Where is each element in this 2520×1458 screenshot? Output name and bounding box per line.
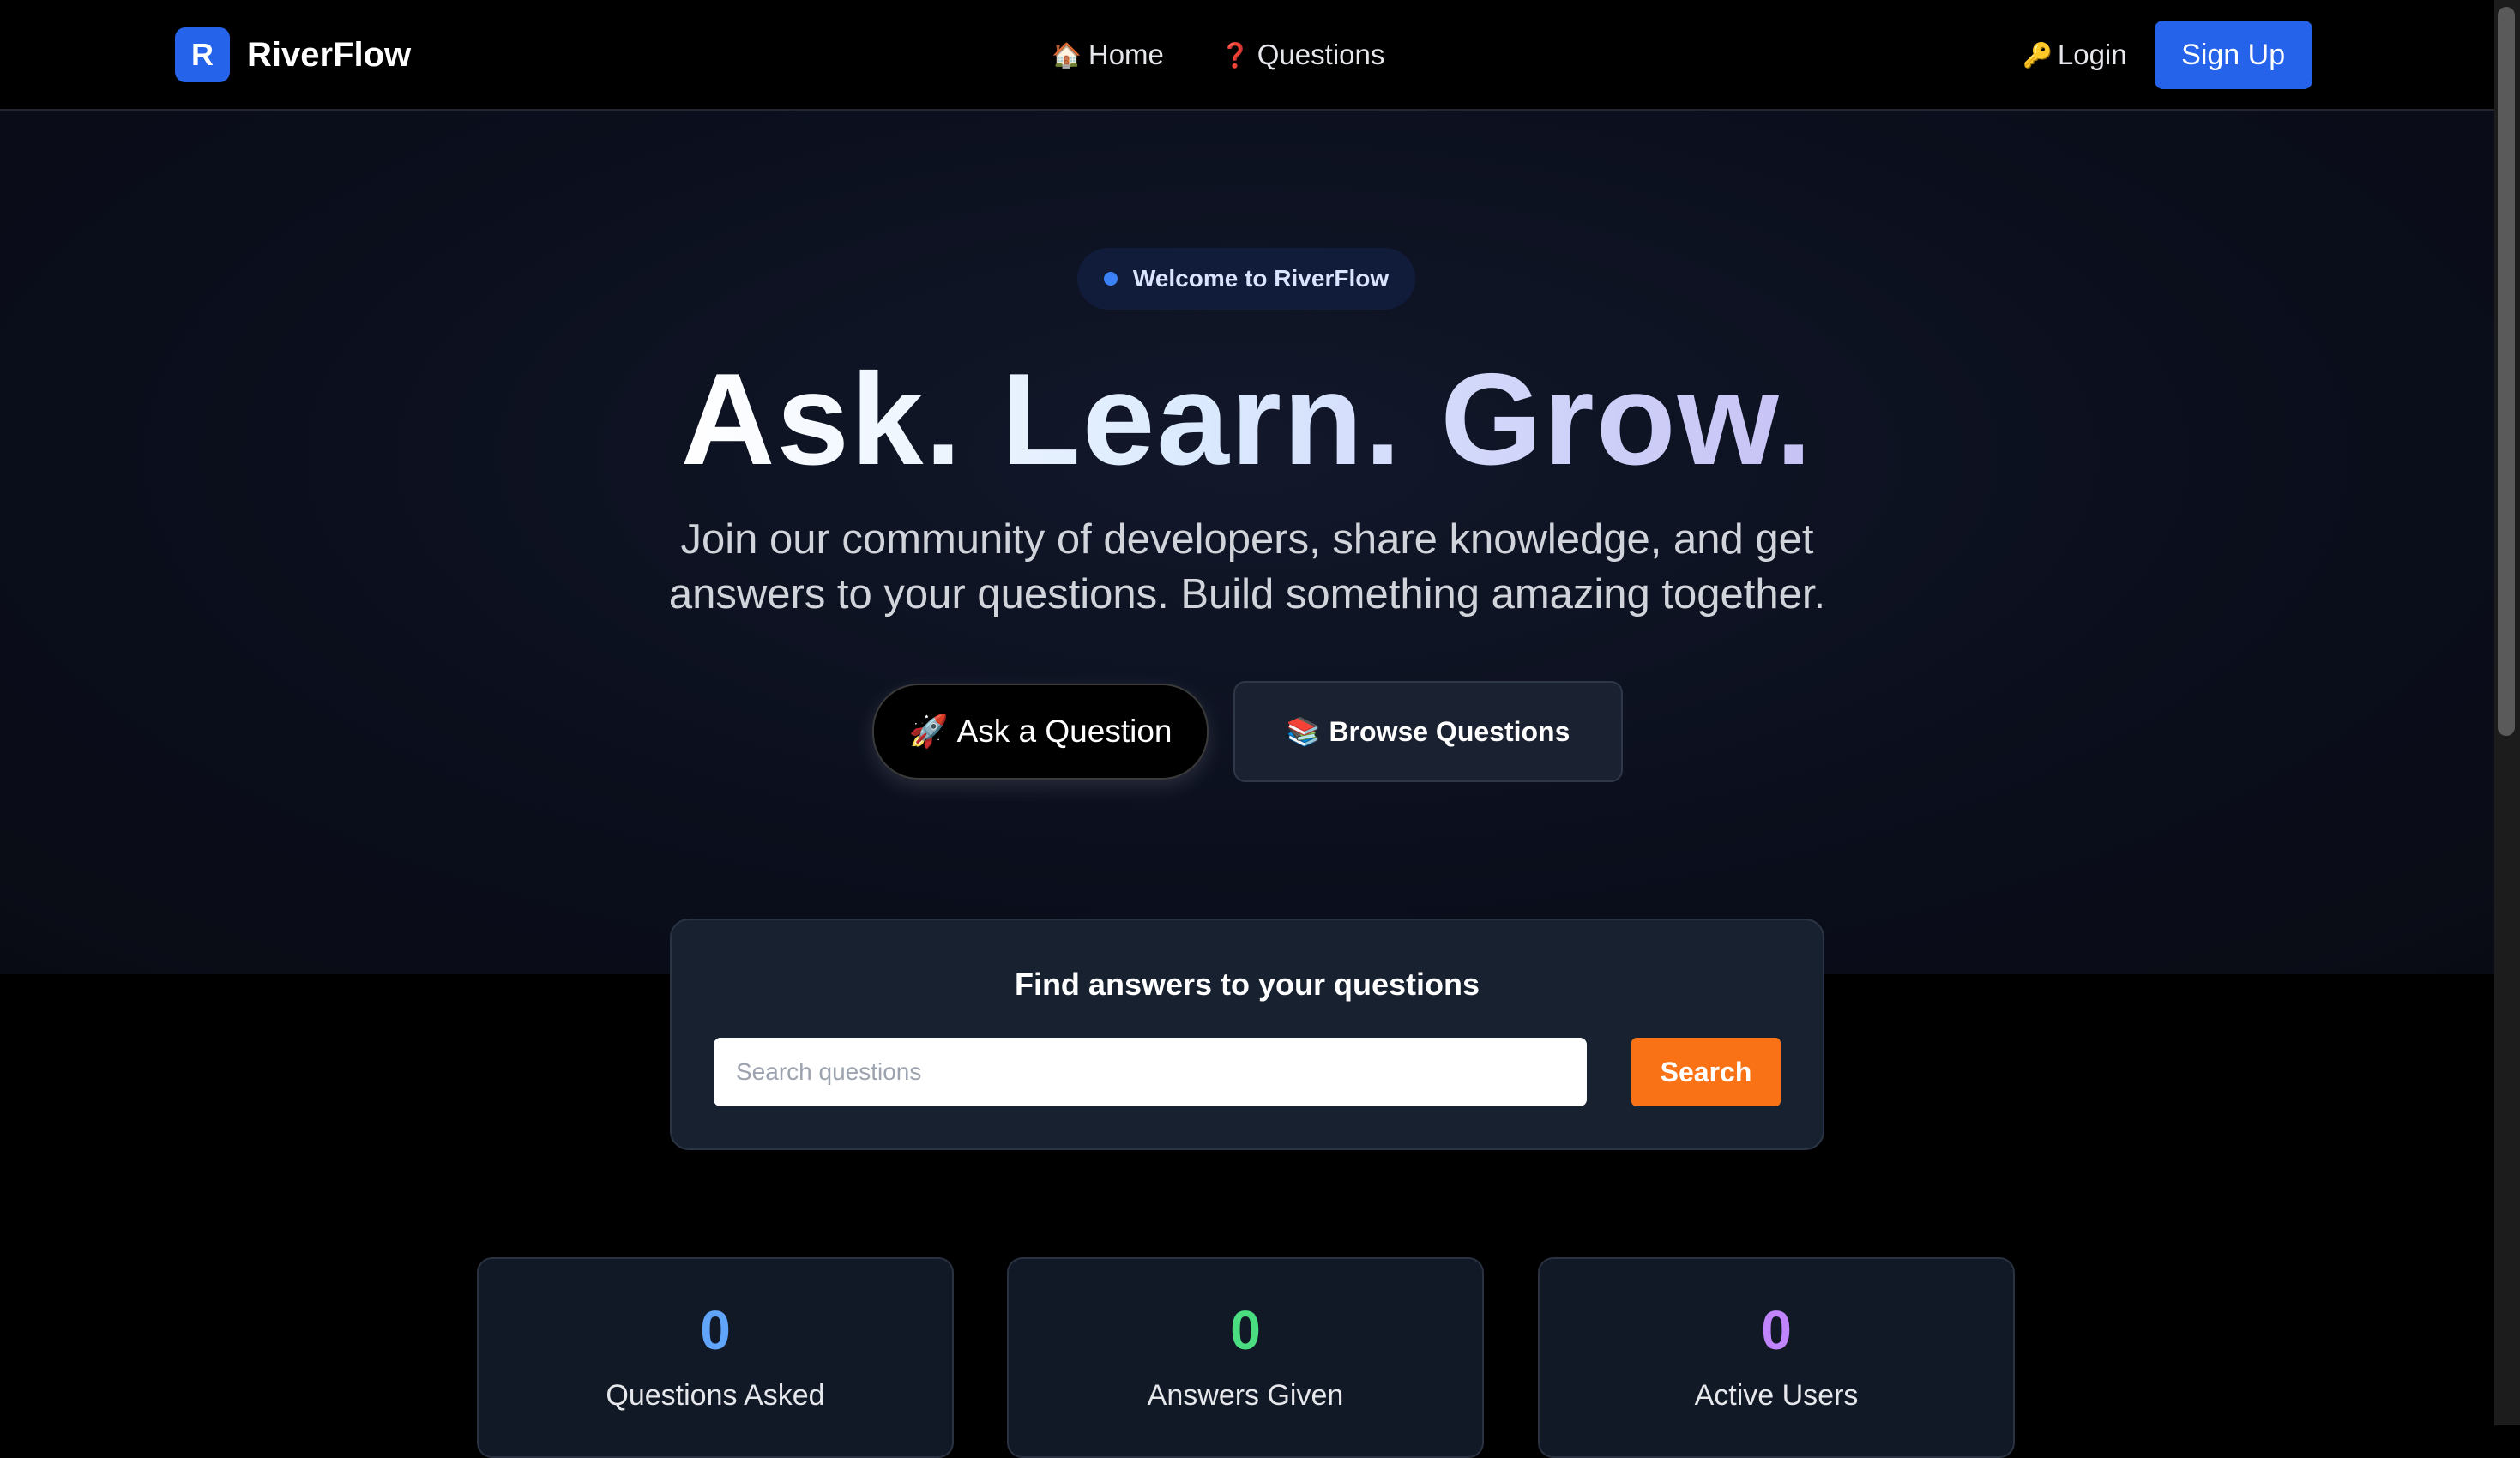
house-icon: 🏠 [1052, 41, 1082, 69]
logo-icon: R [175, 27, 230, 82]
stat-card-answers: 0 Answers Given [1007, 1257, 1484, 1458]
hero-subtext: Join our community of developers, share … [668, 516, 1826, 618]
auth-nav: 🔑 Login Sign Up [2023, 21, 2312, 89]
stat-users-label: Active Users [1694, 1379, 1859, 1412]
rocket-icon: 🚀 [908, 713, 949, 749]
signup-button[interactable]: Sign Up [2154, 21, 2312, 89]
search-card-title: Find answers to your questions [1014, 967, 1480, 1002]
welcome-badge-text: Welcome to RiverFlow [1132, 265, 1390, 292]
welcome-badge: Welcome to RiverFlow [1077, 248, 1415, 310]
stat-questions-value: 0 [700, 1299, 731, 1361]
books-icon: 📚 [1286, 716, 1321, 747]
nav-home-link[interactable]: 🏠 Home [1052, 31, 1164, 79]
ask-question-button[interactable]: 🚀 Ask a Question [872, 684, 1209, 780]
hero-headline: Ask. Learn. Grow. [0, 342, 2494, 497]
stat-answers-label: Answers Given [1147, 1379, 1344, 1412]
nav-questions-link[interactable]: ❓ Questions [1221, 31, 1384, 79]
search-card: Find answers to your questions Search [670, 919, 1824, 1150]
key-icon: 🔑 [2023, 41, 2053, 69]
brand-name: RiverFlow [247, 35, 412, 74]
top-navbar: R RiverFlow 🏠 Home ❓ Questions 🔑 Login S… [0, 0, 2494, 111]
nav-questions-label: Questions [1257, 39, 1385, 70]
main-nav: 🏠 Home ❓ Questions [1052, 31, 1384, 79]
stat-users-value: 0 [1761, 1299, 1792, 1361]
brand-logo[interactable]: R RiverFlow [175, 27, 411, 82]
browse-questions-label: Browse Questions [1329, 715, 1570, 747]
nav-home-label: Home [1088, 39, 1164, 70]
hero-headline-text: Ask. Learn. Grow. [680, 346, 1814, 492]
stat-card-users: 0 Active Users [1538, 1257, 2015, 1458]
search-input[interactable] [714, 1038, 1587, 1106]
ask-question-label: Ask a Question [956, 714, 1173, 749]
stat-card-questions: 0 Questions Asked [477, 1257, 954, 1458]
scrollbar-thumb[interactable] [2498, 7, 2515, 736]
question-mark-icon: ❓ [1220, 41, 1251, 69]
hero-section: Welcome to RiverFlow Ask. Learn. Grow. J… [0, 111, 2494, 974]
stat-answers-value: 0 [1230, 1299, 1261, 1361]
login-label: Login [2057, 39, 2127, 70]
badge-dot-icon [1103, 272, 1118, 286]
browse-questions-button[interactable]: 📚 Browse Questions [1233, 681, 1623, 782]
search-button[interactable]: Search [1631, 1038, 1781, 1106]
stat-questions-label: Questions Asked [606, 1379, 825, 1412]
login-link[interactable]: 🔑 Login [2023, 39, 2127, 71]
